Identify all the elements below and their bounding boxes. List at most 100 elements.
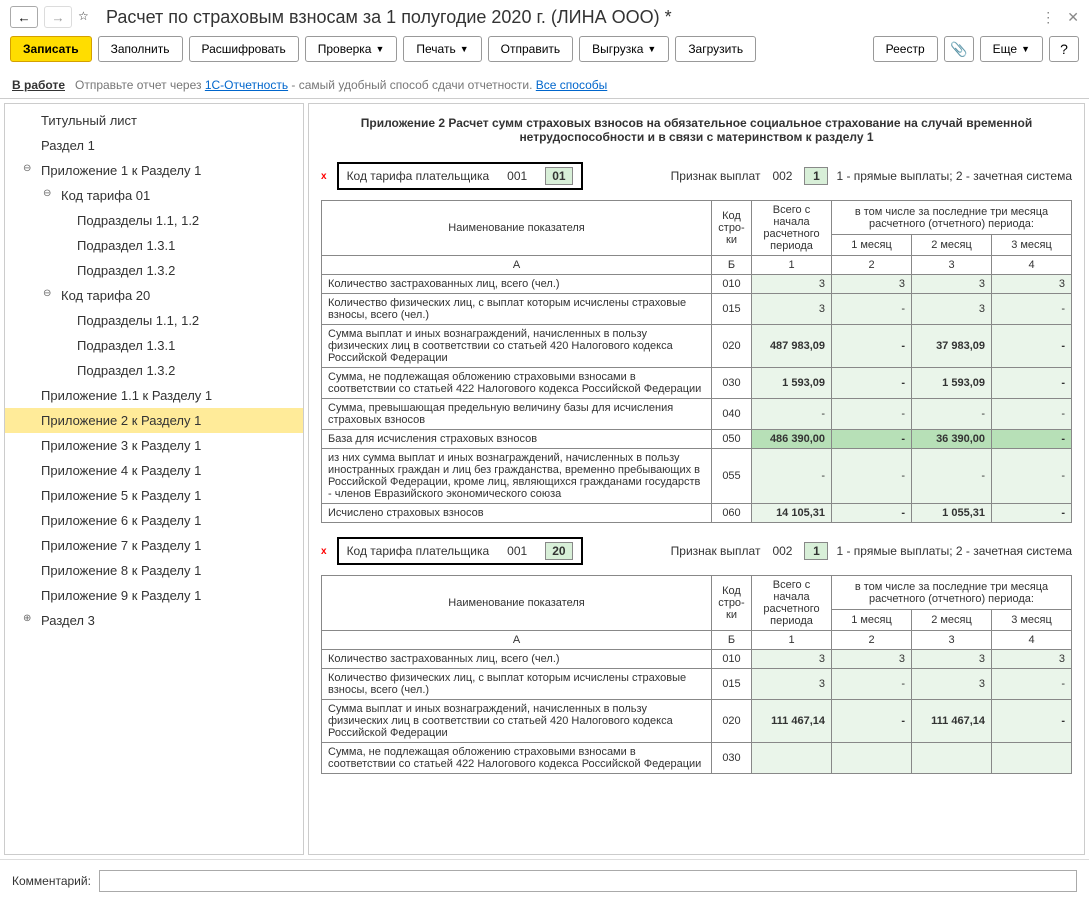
star-icon[interactable]: ☆ <box>78 9 94 25</box>
tree-item[interactable]: Подраздел 1.3.2 <box>5 358 303 383</box>
expand-icon[interactable]: ⊖ <box>43 288 55 299</box>
cell-value[interactable]: 1 593,09 <box>752 368 832 399</box>
remove-icon[interactable]: x <box>321 171 327 182</box>
tree-item[interactable]: ⊖Код тарифа 01 <box>5 183 303 208</box>
cell-value[interactable]: 3 <box>992 275 1072 294</box>
cell-value[interactable]: - <box>912 449 992 504</box>
cell-value[interactable]: - <box>992 368 1072 399</box>
print-button[interactable]: Печать▼ <box>403 36 481 62</box>
cell-value[interactable]: 3 <box>752 275 832 294</box>
cell-value[interactable]: 3 <box>752 650 832 669</box>
expand-icon[interactable]: ⊕ <box>23 613 35 624</box>
cell-value[interactable]: 36 390,00 <box>912 430 992 449</box>
cell-value[interactable]: 111 467,14 <box>752 700 832 743</box>
tree-item[interactable]: Приложение 3 к Разделу 1 <box>5 433 303 458</box>
cell-value[interactable] <box>912 743 992 774</box>
cell-value[interactable]: 486 390,00 <box>752 430 832 449</box>
cell-value[interactable]: - <box>832 294 912 325</box>
tree-item[interactable]: Приложение 5 к Разделу 1 <box>5 483 303 508</box>
tree-item[interactable]: Подраздел 1.3.2 <box>5 258 303 283</box>
cell-value[interactable]: - <box>832 399 912 430</box>
remove-icon[interactable]: x <box>321 546 327 557</box>
cell-value[interactable]: - <box>992 449 1072 504</box>
tree-item[interactable]: Приложение 4 к Разделу 1 <box>5 458 303 483</box>
tree-item[interactable]: Подраздел 1.3.1 <box>5 233 303 258</box>
cell-value[interactable] <box>992 743 1072 774</box>
tree-item[interactable]: Приложение 1.1 к Разделу 1 <box>5 383 303 408</box>
cell-value[interactable]: - <box>832 700 912 743</box>
tree-item[interactable]: Приложение 2 к Разделу 1 <box>5 408 303 433</box>
cell-value[interactable]: 3 <box>912 650 992 669</box>
cell-value[interactable]: 3 <box>752 294 832 325</box>
fill-button[interactable]: Заполнить <box>98 36 183 62</box>
tree-item[interactable]: Приложение 9 к Разделу 1 <box>5 583 303 608</box>
cell-value[interactable]: - <box>832 430 912 449</box>
tree-item[interactable]: Титульный лист <box>5 108 303 133</box>
save-button[interactable]: Записать <box>10 36 92 62</box>
cell-value[interactable]: 3 <box>832 275 912 294</box>
cell-value[interactable]: 3 <box>912 294 992 325</box>
cell-value[interactable]: - <box>992 399 1072 430</box>
cell-value[interactable]: 3 <box>832 650 912 669</box>
comment-input[interactable] <box>99 870 1077 892</box>
nav-tree[interactable]: Титульный листРаздел 1⊖Приложение 1 к Ра… <box>4 103 304 855</box>
cell-value[interactable] <box>832 743 912 774</box>
cell-value[interactable]: 3 <box>912 275 992 294</box>
tariff-value[interactable]: 20 <box>545 542 572 560</box>
close-icon[interactable]: ✕ <box>1067 9 1079 26</box>
tree-item[interactable]: Подразделы 1.1, 1.2 <box>5 208 303 233</box>
expand-icon[interactable]: ⊖ <box>23 163 35 174</box>
attach-button[interactable]: 📎 <box>944 36 974 62</box>
registry-button[interactable]: Реестр <box>873 36 938 62</box>
cell-value[interactable]: - <box>752 449 832 504</box>
cell-value[interactable]: 1 593,09 <box>912 368 992 399</box>
expand-icon[interactable]: ⊖ <box>43 188 55 199</box>
back-button[interactable]: ← <box>10 6 38 28</box>
cell-value[interactable]: - <box>992 294 1072 325</box>
forward-button[interactable]: → <box>44 6 72 28</box>
cell-value[interactable]: - <box>992 430 1072 449</box>
cell-value[interactable]: 14 105,31 <box>752 504 832 523</box>
tree-item[interactable]: Приложение 8 к Разделу 1 <box>5 558 303 583</box>
cell-value[interactable]: - <box>992 504 1072 523</box>
help-button[interactable]: ? <box>1049 36 1079 62</box>
menu-icon[interactable]: ⋮ <box>1041 9 1055 26</box>
send-button[interactable]: Отправить <box>488 36 574 62</box>
cell-value[interactable]: - <box>912 399 992 430</box>
tree-item[interactable]: Подраздел 1.3.1 <box>5 333 303 358</box>
cell-value[interactable]: - <box>832 504 912 523</box>
status-link[interactable]: В работе <box>12 78 65 92</box>
cell-value[interactable]: 37 983,09 <box>912 325 992 368</box>
cell-value[interactable]: - <box>832 449 912 504</box>
cell-value[interactable] <box>752 743 832 774</box>
tree-item[interactable]: ⊖Код тарифа 20 <box>5 283 303 308</box>
decrypt-button[interactable]: Расшифровать <box>189 36 299 62</box>
cell-value[interactable]: - <box>832 325 912 368</box>
cell-value[interactable]: - <box>992 325 1072 368</box>
cell-value[interactable]: 3 <box>912 669 992 700</box>
tree-item[interactable]: Раздел 1 <box>5 133 303 158</box>
cell-value[interactable]: - <box>992 669 1072 700</box>
cell-value[interactable]: 487 983,09 <box>752 325 832 368</box>
tree-item[interactable]: ⊕Раздел 3 <box>5 608 303 633</box>
more-button[interactable]: Еще▼ <box>980 36 1043 62</box>
tree-item[interactable]: Подразделы 1.1, 1.2 <box>5 308 303 333</box>
tree-item[interactable]: Приложение 7 к Разделу 1 <box>5 533 303 558</box>
cell-value[interactable]: 3 <box>752 669 832 700</box>
tariff-value[interactable]: 01 <box>545 167 572 185</box>
payout-value[interactable]: 1 <box>804 167 828 185</box>
cell-value[interactable]: 111 467,14 <box>912 700 992 743</box>
cell-value[interactable]: - <box>832 669 912 700</box>
all-ways-link[interactable]: Все способы <box>536 78 608 92</box>
load-button[interactable]: Загрузить <box>675 36 756 62</box>
payout-value[interactable]: 1 <box>804 542 828 560</box>
cell-value[interactable]: - <box>752 399 832 430</box>
cell-value[interactable]: 1 055,31 <box>912 504 992 523</box>
export-button[interactable]: Выгрузка▼ <box>579 36 669 62</box>
cell-value[interactable]: 3 <box>992 650 1072 669</box>
tree-item[interactable]: ⊖Приложение 1 к Разделу 1 <box>5 158 303 183</box>
1c-report-link[interactable]: 1С-Отчетность <box>205 78 288 92</box>
cell-value[interactable]: - <box>992 700 1072 743</box>
cell-value[interactable]: - <box>832 368 912 399</box>
check-button[interactable]: Проверка▼ <box>305 36 398 62</box>
